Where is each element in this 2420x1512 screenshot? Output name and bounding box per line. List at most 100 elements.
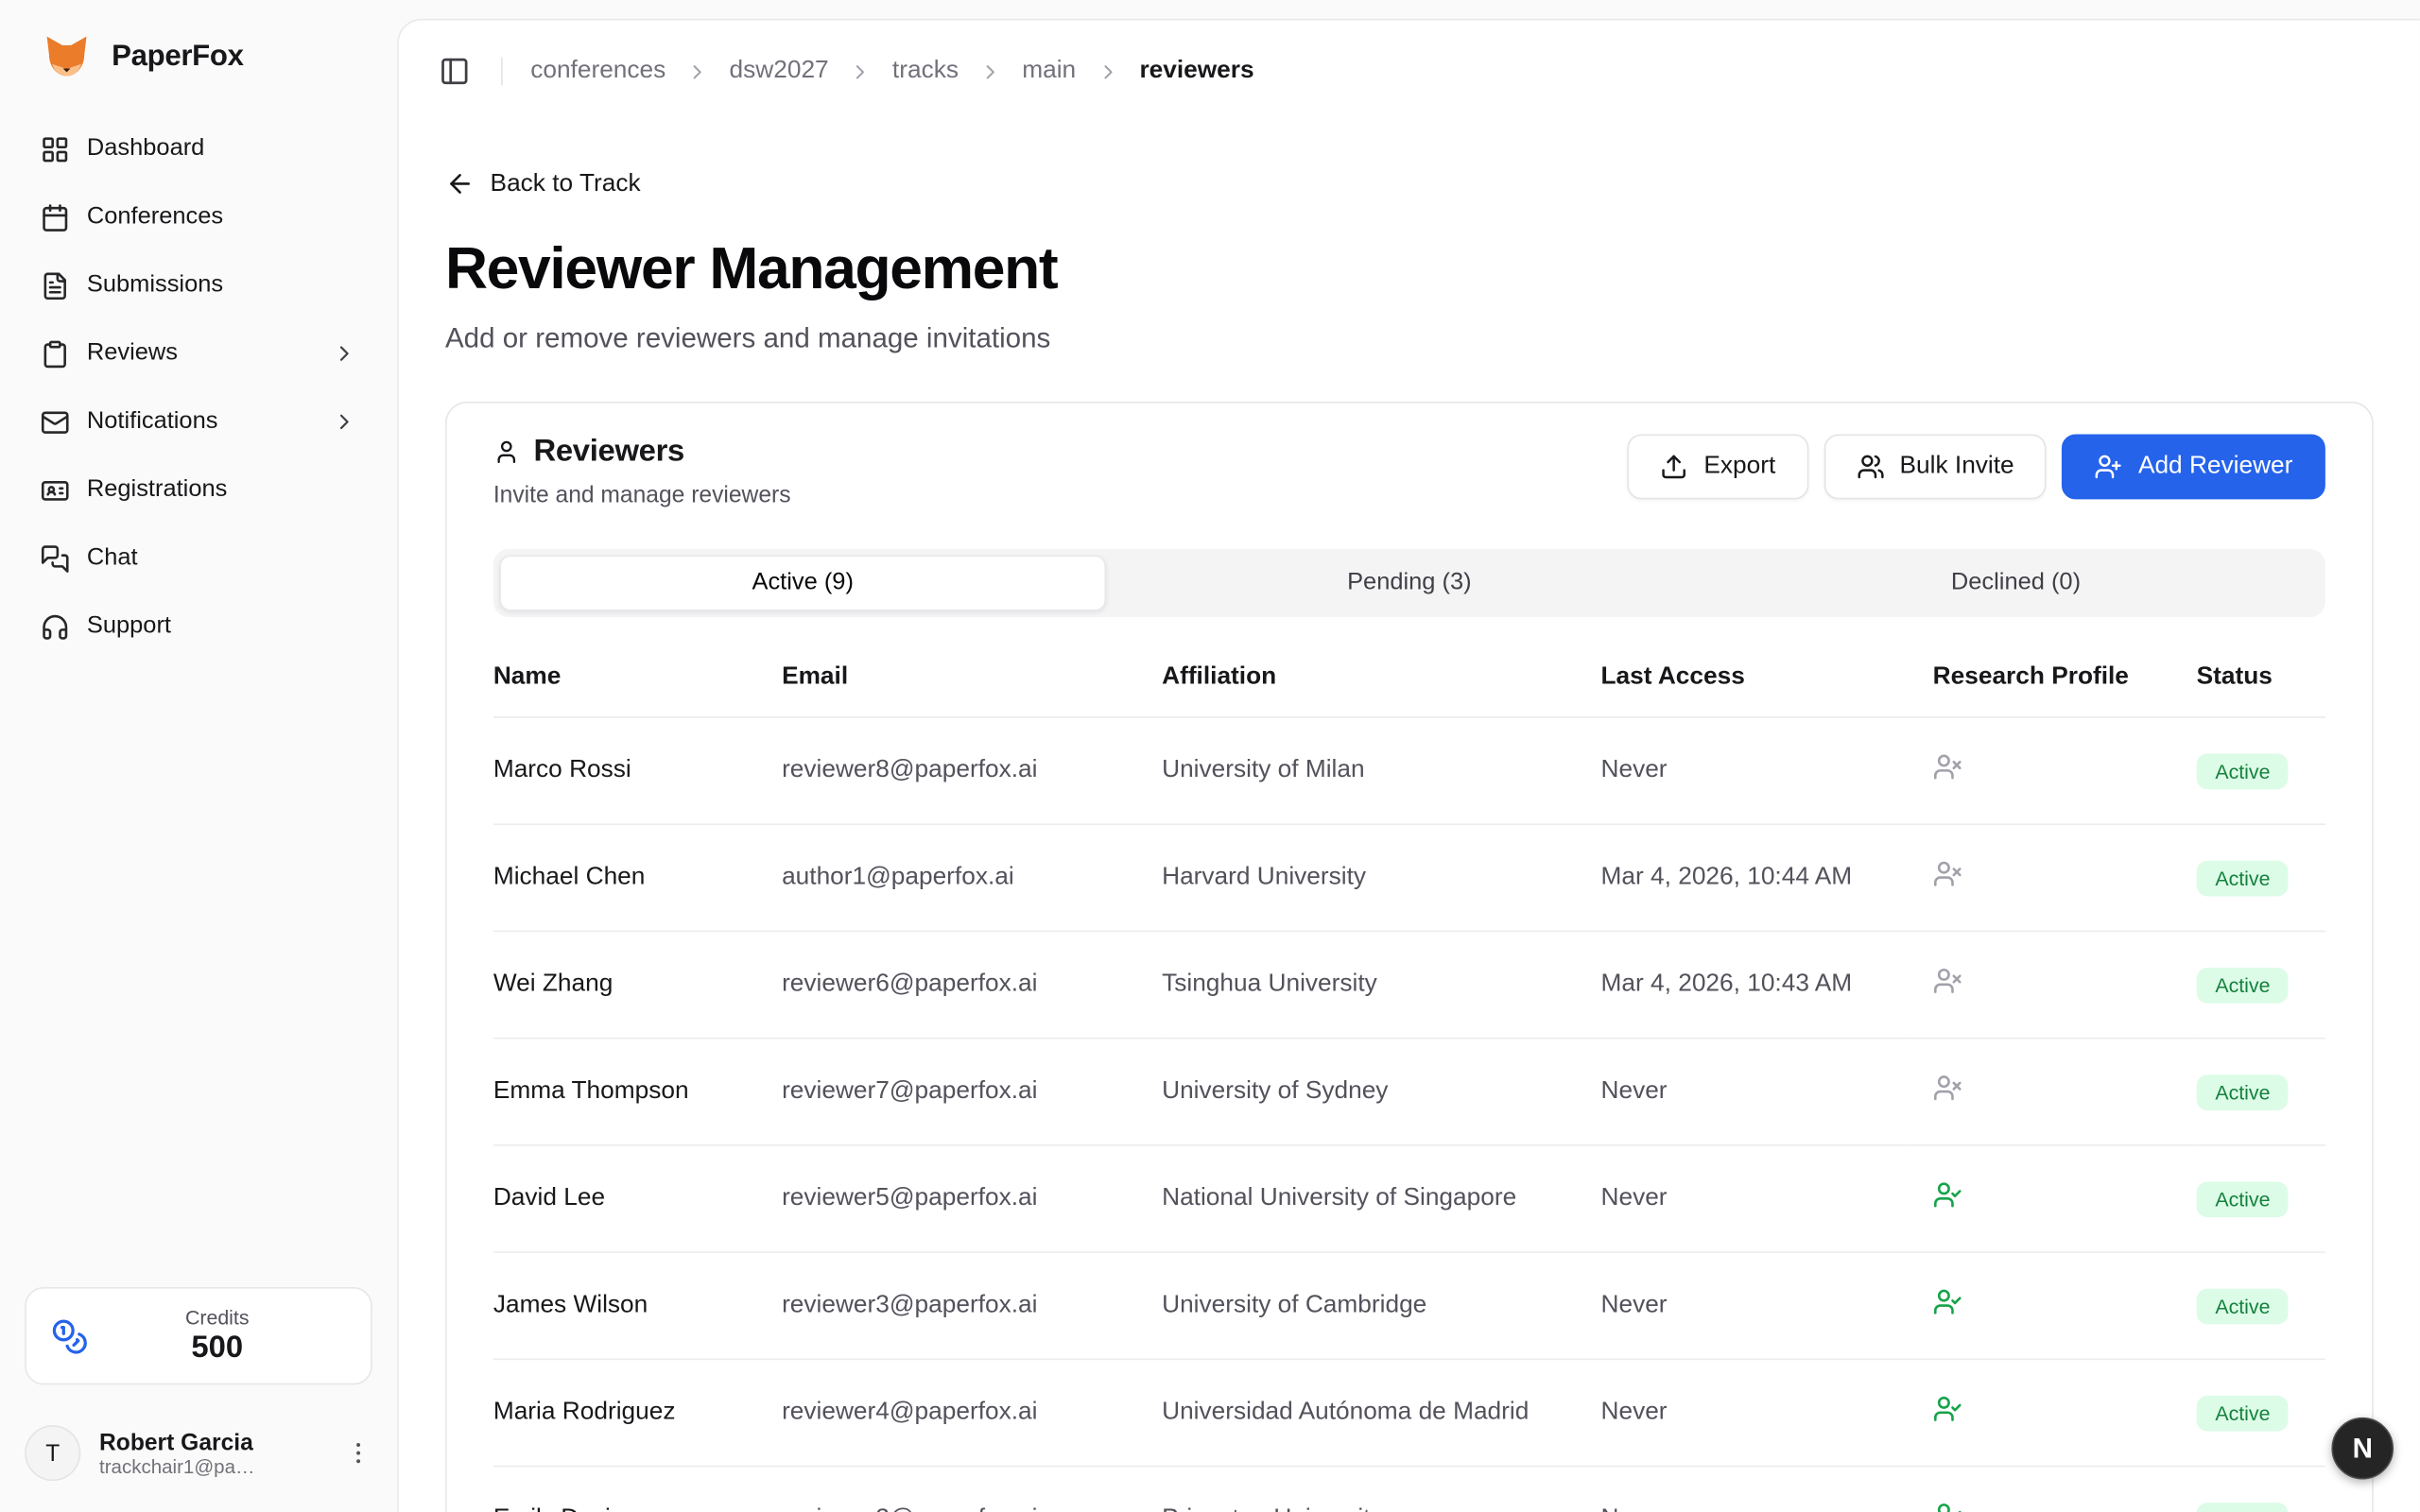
layout-grid-icon (41, 134, 70, 163)
arrow-left-icon (445, 169, 475, 198)
sidebar-item-label: Chat (87, 544, 138, 573)
bulk-invite-button-label: Bulk Invite (1900, 453, 2014, 481)
cell-email: reviewer8@paperfox.ai (782, 717, 1162, 824)
sidebar-item-label: Registrations (87, 476, 227, 505)
cell-email: author1@paperfox.ai (782, 824, 1162, 931)
panel-actions: Export Bulk Invite Add Reviewer (1628, 434, 2325, 499)
user-check-icon (1933, 1180, 1962, 1210)
export-button-label: Export (1703, 453, 1775, 481)
table-row: James Wilson reviewer3@paperfox.ai Unive… (493, 1252, 2325, 1359)
sidebar-item-label: Reviews (87, 339, 178, 368)
chevron-right-icon (849, 60, 873, 83)
sidebar-item-notifications[interactable]: Notifications (25, 391, 372, 454)
add-reviewer-button[interactable]: Add Reviewer (2063, 434, 2325, 499)
user-meta: Robert Garcia trackchair1@pa… (99, 1429, 326, 1477)
back-link-label: Back to Track (491, 170, 641, 198)
col-header-last-access: Last Access (1601, 642, 1911, 717)
sidebar-item-label: Notifications (87, 408, 218, 437)
cell-last-access: Never (1601, 1252, 1911, 1359)
id-card-icon (41, 475, 70, 505)
chevron-right-icon (978, 60, 1002, 83)
user-icon (493, 438, 520, 465)
sidebar-item-label: Submissions (87, 271, 223, 300)
export-button[interactable]: Export (1628, 434, 1808, 499)
breadcrumb-dsw2027[interactable]: dsw2027 (730, 58, 829, 86)
status-badge: Active (2197, 753, 2289, 789)
tab-active[interactable]: Active (9) (499, 555, 1106, 610)
bulk-invite-button[interactable]: Bulk Invite (1824, 434, 2047, 499)
cell-email: reviewer5@paperfox.ai (782, 1145, 1162, 1252)
brand-name: PaperFox (112, 41, 243, 75)
status-badge: Active (2197, 1288, 2289, 1324)
cell-last-access: Never (1601, 1039, 1911, 1145)
status-badge: Active (2197, 860, 2289, 896)
nextjs-dev-badge[interactable]: N (2331, 1418, 2394, 1480)
sidebar-item-conferences[interactable]: Conferences (25, 186, 372, 249)
breadcrumb-current: reviewers (1139, 58, 1253, 86)
breadcrumb-conferences[interactable]: conferences (530, 58, 666, 86)
mail-icon (41, 407, 70, 437)
status-badge: Active (2197, 1181, 2289, 1217)
table-row: Emily Davis reviewer2@paperfox.ai Prince… (493, 1467, 2325, 1512)
user-x-icon (1933, 1074, 1962, 1103)
chevron-right-icon (332, 341, 356, 366)
back-to-track-link[interactable]: Back to Track (445, 169, 641, 198)
user-name: Robert Garcia (99, 1429, 326, 1455)
chat-icon (41, 543, 70, 573)
cell-name: David Lee (493, 1145, 782, 1252)
cell-affiliation: Harvard University (1162, 824, 1600, 931)
tab-pending[interactable]: Pending (3) (1106, 555, 1713, 610)
tab-declined[interactable]: Declined (0) (1713, 555, 2320, 610)
col-header-email: Email (782, 642, 1162, 717)
sidebar-spacer (0, 663, 397, 1287)
table-row: Maria Rodriguez reviewer4@paperfox.ai Un… (493, 1359, 2325, 1466)
more-vertical-icon[interactable] (344, 1439, 372, 1468)
cell-affiliation: University of Milan (1162, 717, 1600, 824)
cell-name: Emma Thompson (493, 1039, 782, 1145)
cell-email: reviewer3@paperfox.ai (782, 1252, 1162, 1359)
sidebar-item-reviews[interactable]: Reviews (25, 322, 372, 385)
table-header-row: Name Email Affiliation Last Access Resea… (493, 642, 2325, 717)
sidebar-item-support[interactable]: Support (25, 595, 372, 658)
chevron-right-icon (1096, 60, 1119, 83)
credits-card[interactable]: Credits 500 (25, 1287, 372, 1384)
credits-value: 500 (89, 1331, 346, 1366)
page-title: Reviewer Management (445, 237, 2374, 304)
status-badge: Active (2197, 1502, 2289, 1512)
sidebar-item-dashboard[interactable]: Dashboard (25, 118, 372, 180)
status-badge: Active (2197, 967, 2289, 1003)
sidebar-item-chat[interactable]: Chat (25, 527, 372, 590)
cell-last-access: Never (1601, 717, 1911, 824)
cell-email: reviewer2@paperfox.ai (782, 1467, 1162, 1512)
add-reviewer-button-label: Add Reviewer (2138, 453, 2292, 481)
brand-logo[interactable]: PaperFox (0, 0, 397, 106)
cell-affiliation: National University of Singapore (1162, 1145, 1600, 1252)
sidebar: PaperFox Dashboard Conferences Submissio… (0, 0, 397, 1512)
breadcrumb-main[interactable]: main (1022, 58, 1076, 86)
main-panel: conferences dsw2027 tracks main reviewer… (397, 19, 2420, 1512)
cell-affiliation: Universidad Autónoma de Madrid (1162, 1359, 1600, 1466)
topbar: conferences dsw2027 tracks main reviewer… (399, 20, 2420, 122)
user-x-icon (1933, 752, 1962, 782)
reviewers-table: Name Email Affiliation Last Access Resea… (493, 642, 2325, 1512)
page-content: Back to Track Reviewer Management Add or… (399, 123, 2420, 1512)
cell-last-access: Never (1601, 1467, 1911, 1512)
cell-email: reviewer6@paperfox.ai (782, 931, 1162, 1038)
page-subtitle: Add or remove reviewers and manage invit… (445, 322, 2374, 354)
status-badge: Active (2197, 1395, 2289, 1431)
sidebar-item-label: Support (87, 612, 171, 641)
sidebar-item-registrations[interactable]: Registrations (25, 459, 372, 522)
sidebar-item-submissions[interactable]: Submissions (25, 254, 372, 317)
clipboard-icon (41, 339, 70, 369)
upload-icon (1660, 453, 1688, 481)
cell-affiliation: Tsinghua University (1162, 931, 1600, 1038)
col-header-name: Name (493, 642, 782, 717)
sidebar-toggle-icon[interactable] (439, 56, 470, 87)
sidebar-item-label: Conferences (87, 203, 223, 232)
cell-name: Michael Chen (493, 824, 782, 931)
app-window: PaperFox Dashboard Conferences Submissio… (0, 0, 2420, 1512)
breadcrumb: conferences dsw2027 tracks main reviewer… (530, 58, 1253, 86)
breadcrumb-tracks[interactable]: tracks (892, 58, 959, 86)
user-menu[interactable]: T Robert Garcia trackchair1@pa… (0, 1406, 397, 1486)
table-row: Wei Zhang reviewer6@paperfox.ai Tsinghua… (493, 931, 2325, 1038)
